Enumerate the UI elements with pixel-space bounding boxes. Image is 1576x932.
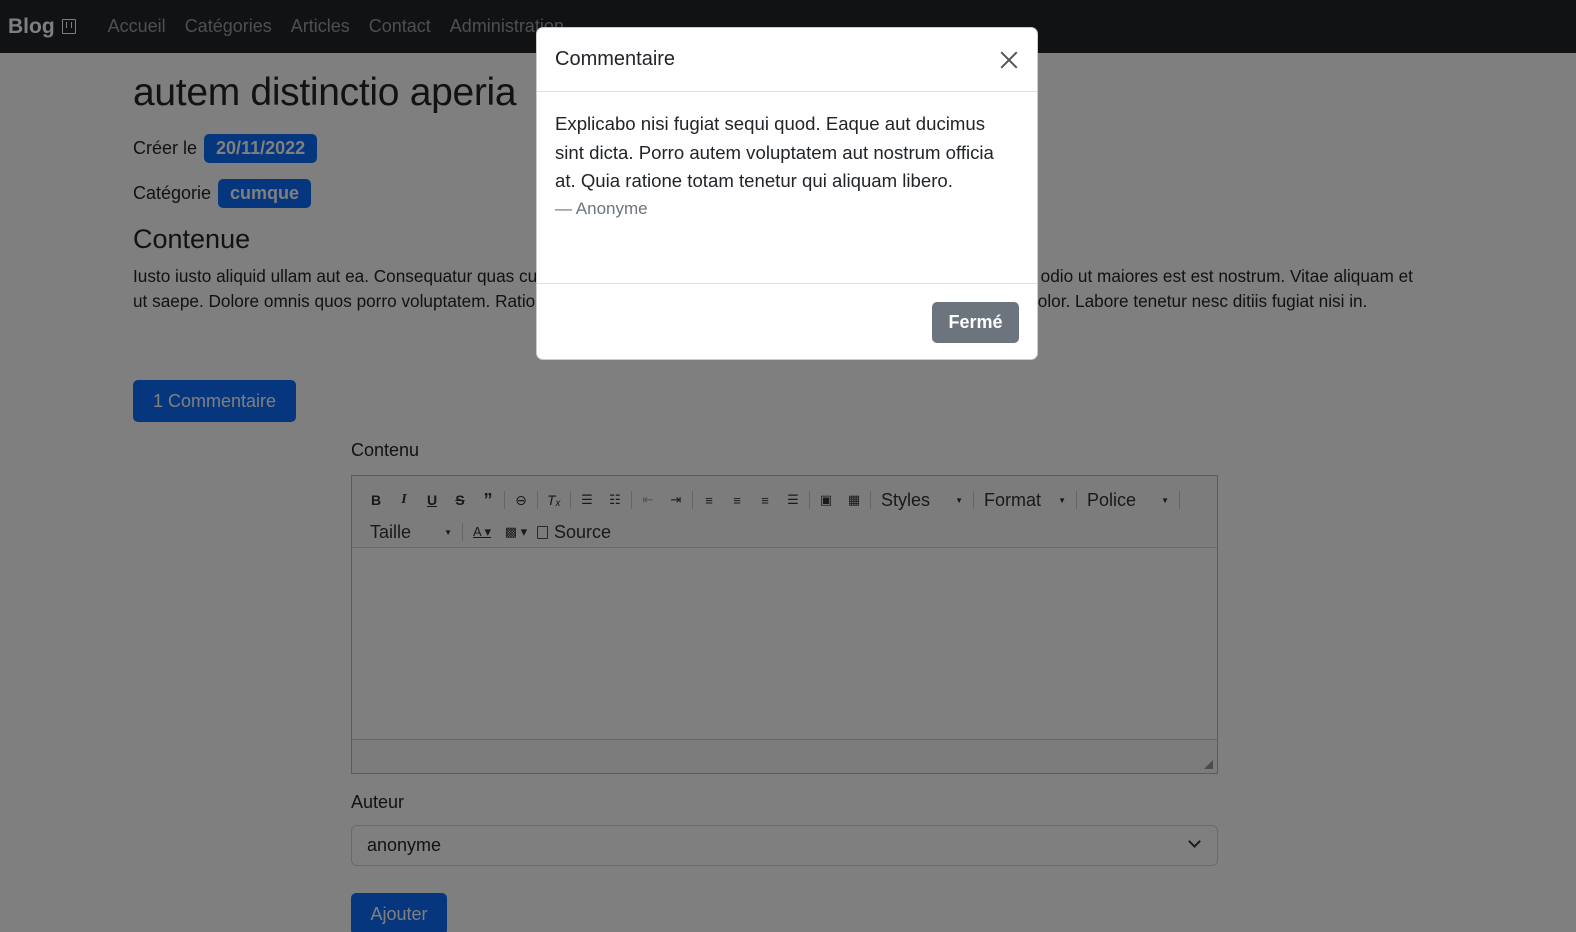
comment-modal: Commentaire Explicabo nisi fugiat sequi …	[536, 27, 1038, 360]
modal-header: Commentaire	[537, 28, 1037, 92]
comment-text: Explicabo nisi fugiat sequi quod. Eaque …	[555, 113, 994, 192]
comment-author: — Anonyme	[555, 199, 648, 219]
close-button[interactable]: Fermé	[932, 302, 1019, 343]
close-icon[interactable]	[997, 48, 1021, 72]
modal-title: Commentaire	[555, 48, 676, 70]
modal-footer: Fermé	[537, 284, 1037, 360]
modal-body: Explicabo nisi fugiat sequi quod. Eaque …	[537, 92, 1037, 284]
